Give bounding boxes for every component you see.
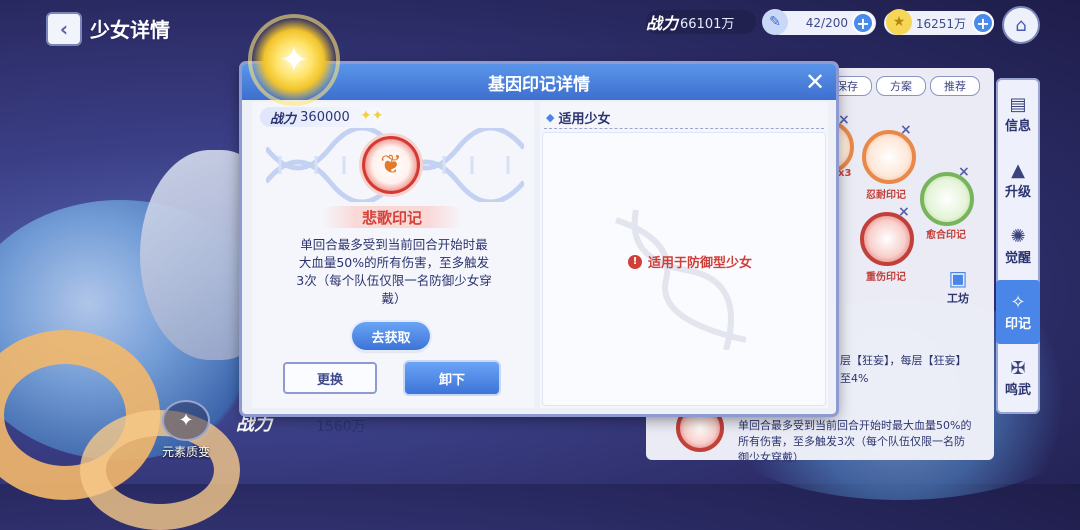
unload-button[interactable]: 卸下: [405, 362, 499, 394]
divider: [544, 128, 824, 129]
mark-power-label: 战力: [270, 111, 297, 127]
info-icon: ▤: [1009, 94, 1027, 115]
warning-icon: !: [628, 254, 642, 269]
mark-panel-tabs: 保存 方案 推荐: [822, 76, 980, 96]
stamina-value: 42/200: [805, 16, 848, 30]
elegy-mark-emblem: ❦: [362, 136, 420, 194]
side-nav-label: 印记: [1004, 317, 1031, 332]
mark-node-label: 忍耐印记: [866, 190, 906, 201]
applicable-girls-pane: ◆ 适用少女 ! 适用于防御型少女: [540, 102, 828, 408]
side-nav-label: 觉醒: [1004, 251, 1031, 266]
weapon-icon: ✠: [1010, 358, 1026, 379]
home-button[interactable]: ⌂: [1002, 6, 1040, 44]
mark-icon: ✧: [1010, 292, 1026, 313]
back-button[interactable]: ‹: [46, 12, 82, 46]
side-nav: ▤ 信息 ▲ 升级 ✺ 觉醒 ✧ 印记 ✠ 鸣武: [996, 78, 1040, 414]
power-value: 66101万: [680, 16, 735, 32]
add-gold-button[interactable]: +: [972, 12, 994, 34]
side-nav-mark[interactable]: ✧ 印记: [996, 280, 1040, 344]
mark-effect-text: 层【狂妄】，每层【狂妄】: [840, 354, 967, 367]
mark-node-heal[interactable]: [920, 172, 974, 226]
total-power: 战力 66101万: [646, 10, 756, 34]
mark-desc-text: 所有伤害，至多触发3次（每个队伍仅限一名防: [738, 435, 965, 448]
sparkle-icon: ✦✦: [360, 108, 384, 124]
power-label: 战力: [646, 14, 679, 33]
side-nav-awaken[interactable]: ✺ 觉醒: [996, 214, 1040, 278]
remove-mark-icon[interactable]: ×: [838, 112, 850, 128]
applicable-message: ! 适用于防御型少女: [628, 252, 752, 271]
obtain-button[interactable]: 去获取: [352, 322, 430, 350]
mark-effect-text: 至4%: [840, 372, 869, 385]
replace-button[interactable]: 更换: [283, 362, 377, 394]
bird-icon: ❦: [380, 150, 402, 180]
mark-desc-text: 单回合最多受到当前回合开始时最大血量50%的: [738, 419, 972, 432]
close-button[interactable]: ✕: [802, 68, 828, 96]
side-nav-weapon[interactable]: ✠ 鸣武: [996, 346, 1040, 410]
transform-icon: ✦: [162, 400, 210, 441]
workshop-icon: ▣: [948, 266, 968, 290]
side-nav-label: 信息: [1004, 119, 1031, 134]
mark-node-endure[interactable]: [862, 130, 916, 184]
mark-info-pane: 战力 360000 ✦✦ ❦ 悲歌印记 单回合最多受到当前回合开始时最大血量50…: [252, 102, 534, 408]
mark-description: 单回合最多受到当前回合开始时最大血量50%的所有伤害，至多触发3次（每个队伍仅限…: [296, 237, 492, 306]
side-nav-levelup[interactable]: ▲ 升级: [996, 148, 1040, 212]
mark-power-value: 360000: [300, 109, 350, 125]
tab-recommend[interactable]: 推荐: [930, 76, 980, 96]
page-title: 少女详情: [90, 18, 170, 42]
gold-coin-icon: ★: [886, 9, 912, 35]
sparkle-star-icon: ✦: [252, 18, 336, 102]
mark-node-partial-label: x3: [838, 168, 852, 179]
mark-node-label: 重伤印记: [866, 272, 906, 283]
mark-node-injury[interactable]: [860, 212, 914, 266]
applicable-title-text: 适用少女: [558, 112, 611, 127]
workshop-label: 工坊: [947, 292, 969, 305]
side-nav-info[interactable]: ▤ 信息: [996, 82, 1040, 146]
chevron-left-icon: ‹: [59, 17, 69, 41]
close-icon: ✕: [804, 68, 826, 96]
dialog-title: 基因印记详情: [488, 74, 590, 95]
mark-node-label: 愈合印记: [926, 230, 966, 241]
home-icon: ⌂: [1015, 14, 1027, 36]
applicable-title: ◆ 适用少女: [546, 108, 610, 127]
transform-label: 元素质变: [161, 445, 210, 459]
mark-desc-text: 御少女穿戴）: [738, 451, 804, 464]
awaken-icon: ✺: [1010, 226, 1026, 247]
workshop-button[interactable]: ▣ 工坊: [940, 266, 976, 306]
remove-mark-icon[interactable]: ×: [898, 204, 910, 220]
side-nav-label: 升级: [1004, 185, 1031, 200]
stamina-icon: ✎: [762, 9, 788, 35]
mark-detail-dialog: 基因印记详情 ✕ 战力 360000 ✦✦ ❦ 悲歌印记 单回合最多受到当前回合…: [242, 64, 836, 414]
mark-name: 悲歌印记: [322, 206, 462, 228]
levelup-icon: ▲: [1011, 160, 1025, 181]
remove-mark-icon[interactable]: ×: [958, 164, 970, 180]
dna-watermark-graphic: [615, 209, 747, 350]
gold-value: 16251万: [915, 16, 966, 31]
side-nav-label: 鸣武: [1004, 383, 1031, 398]
applicable-message-text: 适用于防御型少女: [648, 256, 753, 271]
applicable-girls-box: ! 适用于防御型少女: [542, 132, 826, 406]
girl-power-value: 1560万: [316, 419, 366, 435]
add-stamina-button[interactable]: +: [852, 12, 874, 34]
diamond-icon: ◆: [546, 111, 555, 124]
element-transform-button[interactable]: ✦ 元素质变: [156, 400, 216, 460]
remove-mark-icon[interactable]: ×: [900, 122, 912, 138]
tab-plan[interactable]: 方案: [876, 76, 926, 96]
